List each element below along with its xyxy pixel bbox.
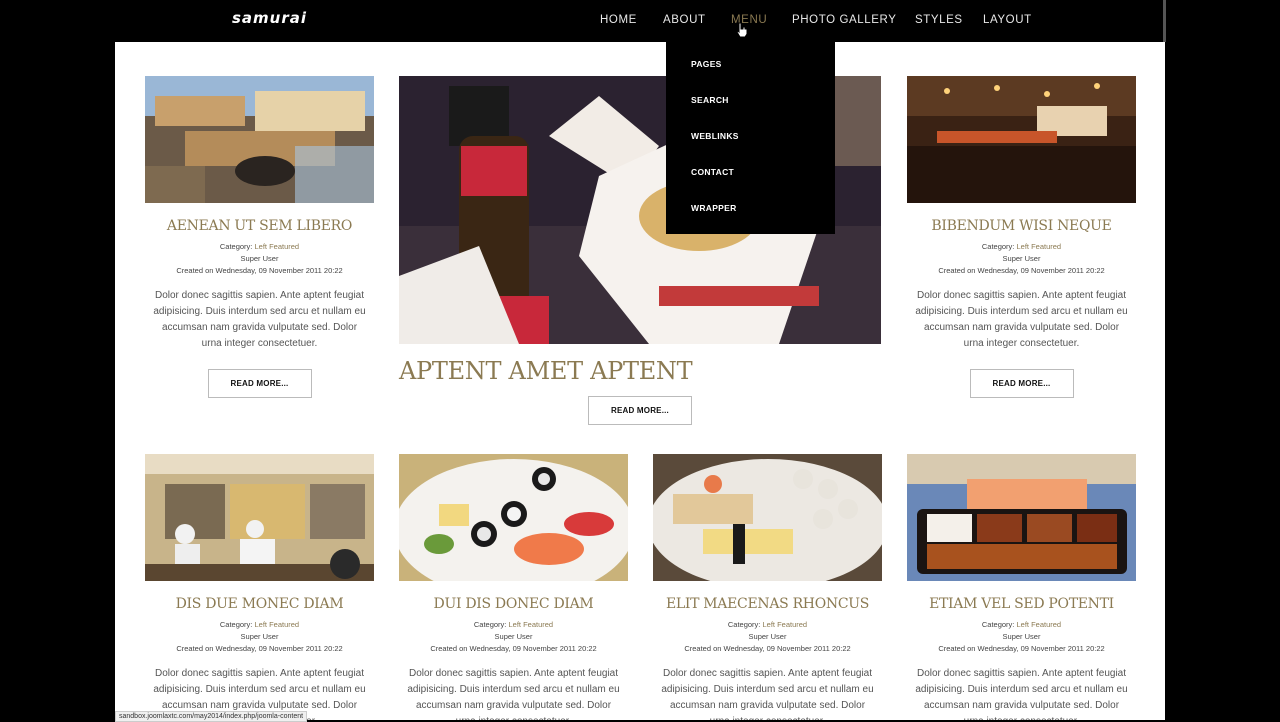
article-body: Dolor donec sagittis sapien. Ante aptent… bbox=[153, 290, 366, 349]
content-area: AENEAN UT SEM LIBERO Category: Left Feat… bbox=[115, 42, 1165, 720]
sushi-rolls-image[interactable] bbox=[653, 454, 882, 581]
article-author: Super User bbox=[1002, 254, 1041, 263]
category-link[interactable]: Left Featured bbox=[762, 620, 807, 629]
article-date: Created on Wednesday, 09 November 2011 2… bbox=[430, 644, 597, 653]
article-card: ETIAM VEL SED POTENTI Category: Left Fea… bbox=[907, 454, 1136, 720]
article-author: Super User bbox=[240, 254, 279, 263]
sushi-tray-image[interactable] bbox=[907, 454, 1136, 581]
category-link[interactable]: Left Featured bbox=[1016, 242, 1061, 251]
site-logo[interactable]: samurai bbox=[232, 9, 307, 27]
article-title[interactable]: DIS DUE MONEC DIAM bbox=[145, 595, 374, 613]
category-link[interactable]: Left Featured bbox=[254, 620, 299, 629]
article-body: Dolor donec sagittis sapien. Ante aptent… bbox=[407, 668, 620, 720]
article-card: DUI DIS DONEC DIAM Category: Left Featur… bbox=[399, 454, 628, 720]
article-card: DIS DUE MONEC DIAM Category: Left Featur… bbox=[145, 454, 374, 720]
read-more-button[interactable]: READ MORE... bbox=[207, 369, 312, 398]
article-meta: Category: Left Featured Super User Creat… bbox=[907, 241, 1136, 277]
article-author: Super User bbox=[748, 632, 787, 641]
dropdown-item-weblinks[interactable]: WEBLINKS bbox=[691, 131, 739, 141]
top-navigation-bar: samurai HOME ABOUT MENU PHOTO GALLERY ST… bbox=[0, 0, 1280, 42]
article-meta: Category: Left Featured Super User Creat… bbox=[145, 619, 374, 655]
article-title[interactable]: BIBENDUM WISI NEQUE bbox=[907, 217, 1136, 235]
article-title[interactable]: ETIAM VEL SED POTENTI bbox=[907, 595, 1136, 613]
article-meta: Category: Left Featured Super User Creat… bbox=[145, 241, 374, 277]
article-date: Created on Wednesday, 09 November 2011 2… bbox=[938, 644, 1105, 653]
nav-home[interactable]: HOME bbox=[600, 14, 637, 26]
article-meta: Category: Left Featured Super User Creat… bbox=[399, 619, 628, 655]
category-link[interactable]: Left Featured bbox=[508, 620, 553, 629]
dropdown-item-search[interactable]: SEARCH bbox=[691, 95, 729, 105]
dropdown-item-pages[interactable]: PAGES bbox=[691, 59, 722, 69]
sushi-buffet-image[interactable] bbox=[145, 76, 374, 203]
status-bar-url: sandbox.joomlaxtc.com/may2014/index.php/… bbox=[115, 711, 308, 722]
article-meta: Category: Left Featured Super User Creat… bbox=[907, 619, 1136, 655]
article-date: Created on Wednesday, 09 November 2011 2… bbox=[938, 266, 1105, 275]
dropdown-item-wrapper[interactable]: WRAPPER bbox=[691, 203, 737, 213]
article-date: Created on Wednesday, 09 November 2011 2… bbox=[176, 266, 343, 275]
featured-read-more-button[interactable]: READ MORE... bbox=[588, 396, 692, 425]
article-title[interactable]: DUI DIS DONEC DIAM bbox=[399, 595, 628, 613]
menu-dropdown: PAGES SEARCH WEBLINKS CONTACT WRAPPER bbox=[666, 42, 835, 234]
article-body: Dolor donec sagittis sapien. Ante aptent… bbox=[661, 668, 874, 720]
restaurant-interior-image[interactable] bbox=[907, 76, 1136, 203]
article-body: Dolor donec sagittis sapien. Ante aptent… bbox=[915, 668, 1128, 720]
article-date: Created on Wednesday, 09 November 2011 2… bbox=[176, 644, 343, 653]
article-card: AENEAN UT SEM LIBERO Category: Left Feat… bbox=[145, 76, 374, 398]
sushi-chefs-image[interactable] bbox=[145, 454, 374, 581]
article-date: Created on Wednesday, 09 November 2011 2… bbox=[684, 644, 851, 653]
article-author: Super User bbox=[494, 632, 533, 641]
article-author: Super User bbox=[240, 632, 279, 641]
article-card: ELIT MAECENAS RHONCUS Category: Left Fea… bbox=[653, 454, 882, 720]
article-author: Super User bbox=[1002, 632, 1041, 641]
scrollbar[interactable] bbox=[1163, 0, 1166, 42]
article-meta: Category: Left Featured Super User Creat… bbox=[653, 619, 882, 655]
dropdown-item-contact[interactable]: CONTACT bbox=[691, 167, 734, 177]
article-title[interactable]: AENEAN UT SEM LIBERO bbox=[145, 217, 374, 235]
nav-about[interactable]: ABOUT bbox=[663, 14, 706, 26]
nav-photo-gallery[interactable]: PHOTO GALLERY bbox=[792, 14, 897, 26]
article-card: BIBENDUM WISI NEQUE Category: Left Featu… bbox=[907, 76, 1136, 398]
read-more-button[interactable]: READ MORE... bbox=[969, 369, 1074, 398]
category-link[interactable]: Left Featured bbox=[254, 242, 299, 251]
sushi-plate-image[interactable] bbox=[399, 454, 628, 581]
article-title[interactable]: ELIT MAECENAS RHONCUS bbox=[653, 595, 882, 613]
category-link[interactable]: Left Featured bbox=[1016, 620, 1061, 629]
article-body: Dolor donec sagittis sapien. Ante aptent… bbox=[915, 290, 1128, 349]
nav-styles[interactable]: STYLES bbox=[915, 14, 963, 26]
featured-title[interactable]: APTENT AMET APTENT bbox=[399, 356, 881, 386]
nav-layout[interactable]: LAYOUT bbox=[983, 14, 1032, 26]
